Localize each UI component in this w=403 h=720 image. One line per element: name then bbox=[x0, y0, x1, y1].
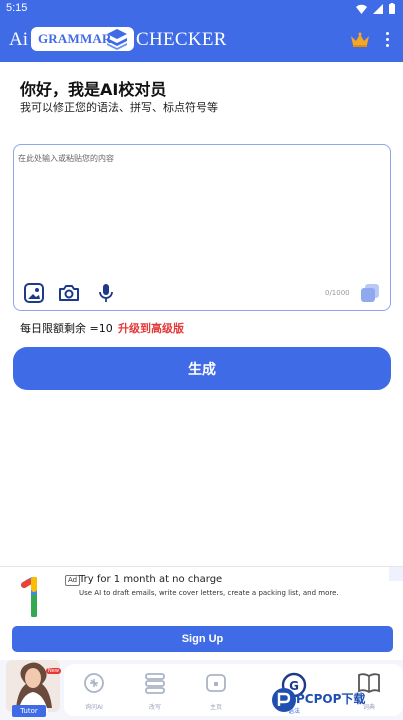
generate-button[interactable]: 生成 bbox=[13, 347, 391, 390]
camera-icon[interactable] bbox=[58, 282, 80, 304]
more-vert-icon[interactable] bbox=[380, 30, 394, 50]
tutor-new-badge: New bbox=[46, 668, 61, 674]
image-icon[interactable] bbox=[23, 282, 45, 304]
signal-icon bbox=[373, 3, 383, 14]
crown-icon[interactable] bbox=[350, 32, 370, 47]
nav-item-ask-ai[interactable]: 询问AI bbox=[72, 672, 116, 711]
mic-icon[interactable] bbox=[95, 282, 117, 304]
battery-icon bbox=[389, 3, 395, 14]
page-subtitle: 我可以修正您的语法、拼写、标点符号等 bbox=[20, 101, 218, 114]
nav-item-rewrite[interactable]: 改写 bbox=[133, 672, 177, 711]
upgrade-link[interactable]: 升级到高级版 bbox=[118, 320, 184, 336]
watermark-text: PCPOP下载 bbox=[296, 692, 366, 706]
ad-title: Try for 1 month at no charge bbox=[79, 574, 223, 585]
logo-grammar-text: GRAMMAR bbox=[38, 31, 112, 46]
ad-badge: Ad bbox=[65, 575, 81, 586]
daily-quota-text: 每日限额剩余 =10 bbox=[20, 322, 113, 335]
tutor-label: Tutor bbox=[12, 705, 46, 717]
content-input[interactable] bbox=[18, 153, 384, 273]
nav-item-home[interactable]: 主页 bbox=[194, 672, 238, 711]
text-editor: 0/1000 bbox=[13, 144, 391, 311]
copy-icon[interactable] bbox=[360, 283, 380, 303]
watermark-logo bbox=[272, 688, 296, 712]
logo-ai-text: Ai bbox=[9, 29, 28, 50]
home-icon bbox=[206, 674, 226, 692]
nav-label-rewrite: 改写 bbox=[148, 704, 161, 711]
page-title: 你好，我是AI校对员 bbox=[20, 80, 167, 99]
book-stack-icon bbox=[107, 29, 127, 50]
ai-brain-icon bbox=[84, 673, 104, 693]
google-one-logo bbox=[21, 577, 37, 617]
rewrite-icon bbox=[145, 673, 165, 694]
logo-checker-text: CHECKER bbox=[136, 29, 227, 50]
ad-banner[interactable]: Ad Try for 1 month at no charge Use AI t… bbox=[0, 566, 403, 658]
status-bar: 5:15 bbox=[0, 0, 403, 18]
status-icons bbox=[356, 3, 395, 14]
app-bar: Ai GRAMMAR CHECKER bbox=[0, 18, 403, 62]
ad-signup-button[interactable]: Sign Up bbox=[12, 626, 393, 652]
nav-label-home: 主页 bbox=[209, 704, 222, 711]
tutor-button[interactable]: New Tutor bbox=[6, 660, 61, 718]
status-time: 5:15 bbox=[6, 2, 28, 14]
ad-choices-icon[interactable] bbox=[389, 567, 403, 581]
wifi-icon bbox=[356, 4, 367, 14]
nav-label-ask-ai: 询问AI bbox=[85, 704, 103, 711]
ad-description: Use AI to draft emails, write cover lett… bbox=[79, 589, 339, 597]
char-counter: 0/1000 bbox=[325, 289, 350, 297]
